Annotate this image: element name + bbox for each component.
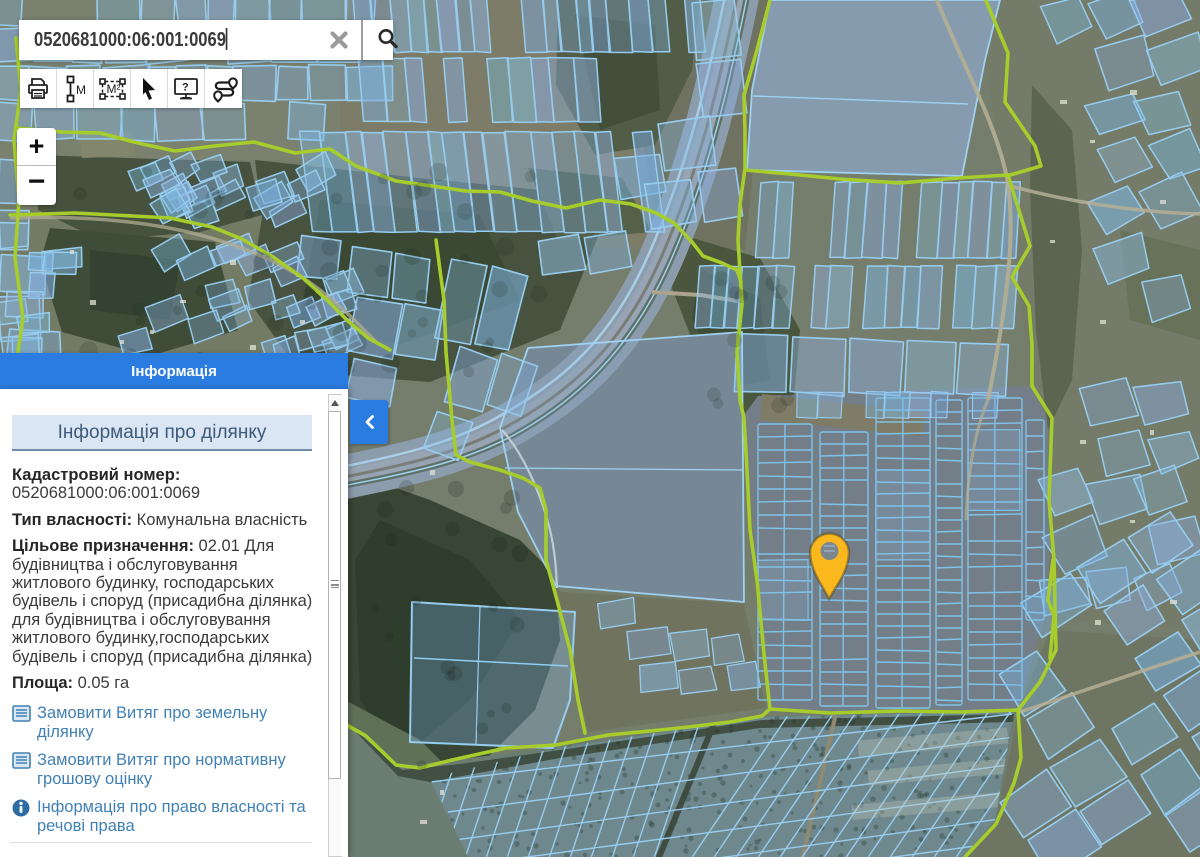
svg-text:M: M bbox=[76, 83, 86, 97]
svg-text:?: ? bbox=[182, 81, 189, 93]
svg-text:M²: M² bbox=[106, 82, 120, 96]
